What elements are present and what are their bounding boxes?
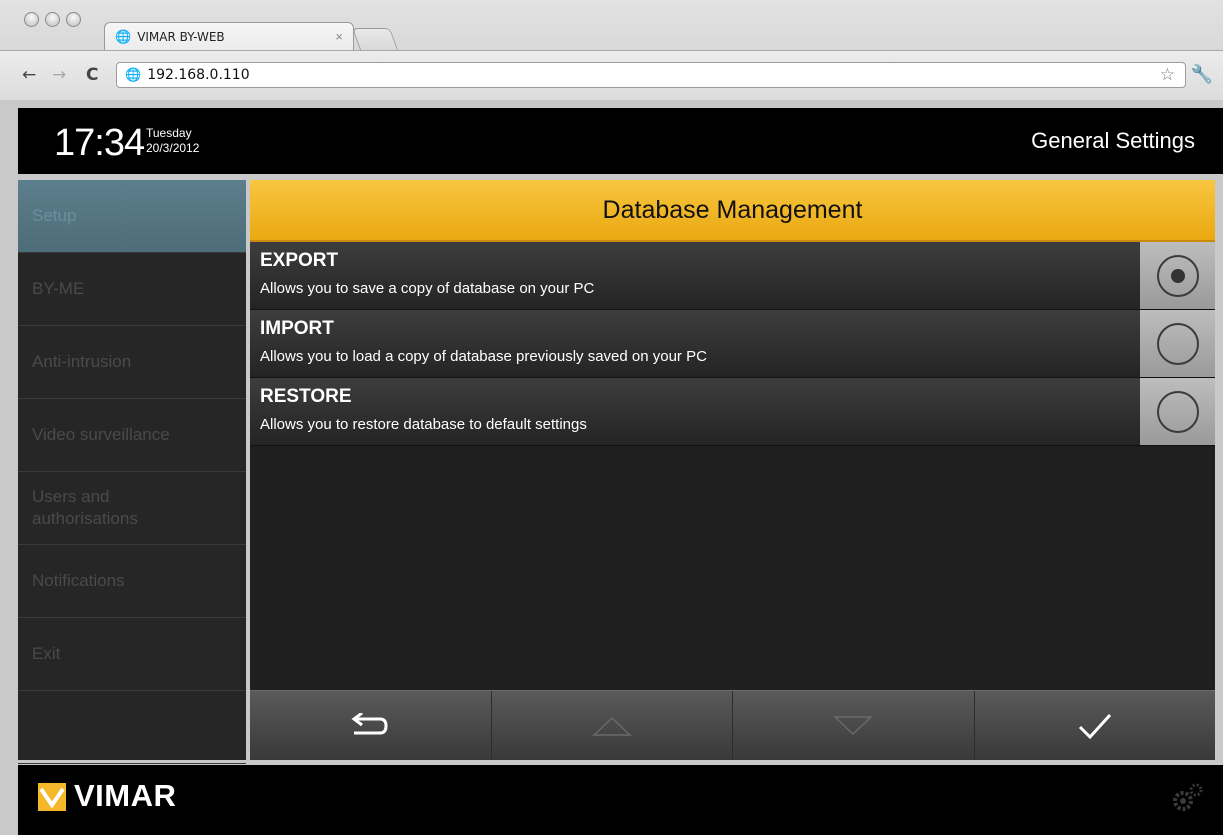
- sidebar-item-video-surveillance[interactable]: Video surveillance: [18, 399, 246, 472]
- back-arrow-icon: [351, 712, 388, 734]
- clock-date: Tuesday 20/3/2012: [146, 126, 199, 156]
- radio-restore[interactable]: [1140, 378, 1215, 445]
- section-title: Database Management: [250, 180, 1215, 242]
- sidebar-item-empty: [18, 691, 246, 764]
- option-restore[interactable]: RESTORE Allows you to restore database t…: [250, 378, 1215, 446]
- wrench-icon[interactable]: 🔧: [1191, 64, 1213, 85]
- radio-unselected-icon: [1156, 322, 1199, 365]
- sidebar-item-label: Users and authorisations: [32, 487, 138, 528]
- option-description: Allows you to restore database to defaul…: [260, 416, 587, 433]
- sidebar-item-label: Video surveillance: [32, 425, 170, 444]
- globe-icon: 🌐: [115, 28, 132, 44]
- sidebar-item-setup[interactable]: Setup: [18, 180, 246, 253]
- minimize-window-button[interactable]: [45, 12, 60, 27]
- option-name: EXPORT: [260, 250, 339, 271]
- scroll-down-icon: [833, 715, 874, 735]
- app-header: 17:34 Tuesday 20/3/2012 General Settings: [18, 108, 1223, 174]
- new-tab-button[interactable]: [351, 28, 399, 50]
- scroll-up-icon: [591, 716, 632, 736]
- day-label: Tuesday: [146, 126, 192, 140]
- window-controls: [24, 12, 81, 27]
- url-text: 192.168.0.110: [147, 67, 250, 83]
- sidebar-item-label: BY-ME: [32, 279, 85, 298]
- confirm-check-icon: [1078, 713, 1111, 739]
- globe-icon: 🌐: [125, 67, 142, 82]
- forward-button[interactable]: →: [52, 65, 66, 85]
- radio-export[interactable]: [1140, 242, 1215, 309]
- option-export[interactable]: EXPORT Allows you to save a copy of data…: [250, 242, 1215, 310]
- radio-selected-icon: [1156, 254, 1199, 297]
- clock-time: 17:34: [54, 122, 145, 164]
- option-import[interactable]: IMPORT Allows you to load a copy of data…: [250, 310, 1215, 378]
- close-window-button[interactable]: [24, 12, 39, 27]
- radio-unselected-icon: [1156, 390, 1199, 433]
- sidebar-item-anti-intrusion[interactable]: Anti-intrusion: [18, 326, 246, 399]
- zoom-window-button[interactable]: [66, 12, 81, 27]
- option-name: RESTORE: [260, 386, 352, 407]
- vimar-logo-icon: [38, 783, 66, 811]
- browser-chrome: 🌐 VIMAR BY-WEB × ← → C 🌐 192.168.0.110 ☆…: [0, 0, 1223, 100]
- app-footer: VIMAR: [18, 765, 1223, 835]
- sidebar: Setup BY-ME Anti-intrusion Video surveil…: [18, 180, 246, 764]
- sidebar-item-label: Setup: [32, 206, 77, 225]
- sidebar-item-label: Notifications: [32, 571, 125, 590]
- sidebar-item-by-me[interactable]: BY-ME: [18, 253, 246, 326]
- sidebar-item-notifications[interactable]: Notifications: [18, 545, 246, 618]
- option-description: Allows you to load a copy of database pr…: [260, 348, 707, 365]
- scroll-up-button[interactable]: [492, 691, 733, 760]
- page-title: General Settings: [1031, 128, 1195, 153]
- date-label: 20/3/2012: [146, 141, 200, 155]
- brand-name: VIMAR: [74, 778, 177, 813]
- reload-button[interactable]: C: [86, 65, 98, 85]
- sidebar-item-exit[interactable]: Exit: [18, 618, 246, 691]
- radio-import[interactable]: [1140, 310, 1215, 377]
- app-viewport: 17:34 Tuesday 20/3/2012 General Settings…: [0, 100, 1223, 835]
- confirm-button[interactable]: [975, 691, 1216, 760]
- option-name: IMPORT: [260, 318, 334, 339]
- bottom-toolbar: [250, 690, 1215, 760]
- gear-icon[interactable]: [1171, 783, 1205, 813]
- browser-toolbar: ← → C 🌐 192.168.0.110 ☆ 🔧: [0, 50, 1223, 100]
- tab-title: VIMAR BY-WEB: [137, 29, 225, 44]
- browser-tab[interactable]: 🌐 VIMAR BY-WEB ×: [104, 22, 354, 50]
- sidebar-item-users[interactable]: Users and authorisations: [18, 472, 246, 545]
- scroll-down-button[interactable]: [733, 691, 975, 760]
- option-description: Allows you to save a copy of database on…: [260, 280, 595, 297]
- address-bar[interactable]: 🌐 192.168.0.110 ☆: [116, 62, 1186, 88]
- sidebar-item-label: Anti-intrusion: [32, 352, 132, 371]
- tab-close-icon[interactable]: ×: [335, 29, 343, 44]
- back-button[interactable]: [250, 691, 492, 760]
- main-panel: Database Management EXPORT Allows you to…: [250, 180, 1215, 760]
- sidebar-item-label: Exit: [32, 644, 61, 663]
- back-button[interactable]: ←: [22, 65, 36, 85]
- star-icon[interactable]: ☆: [1160, 65, 1175, 85]
